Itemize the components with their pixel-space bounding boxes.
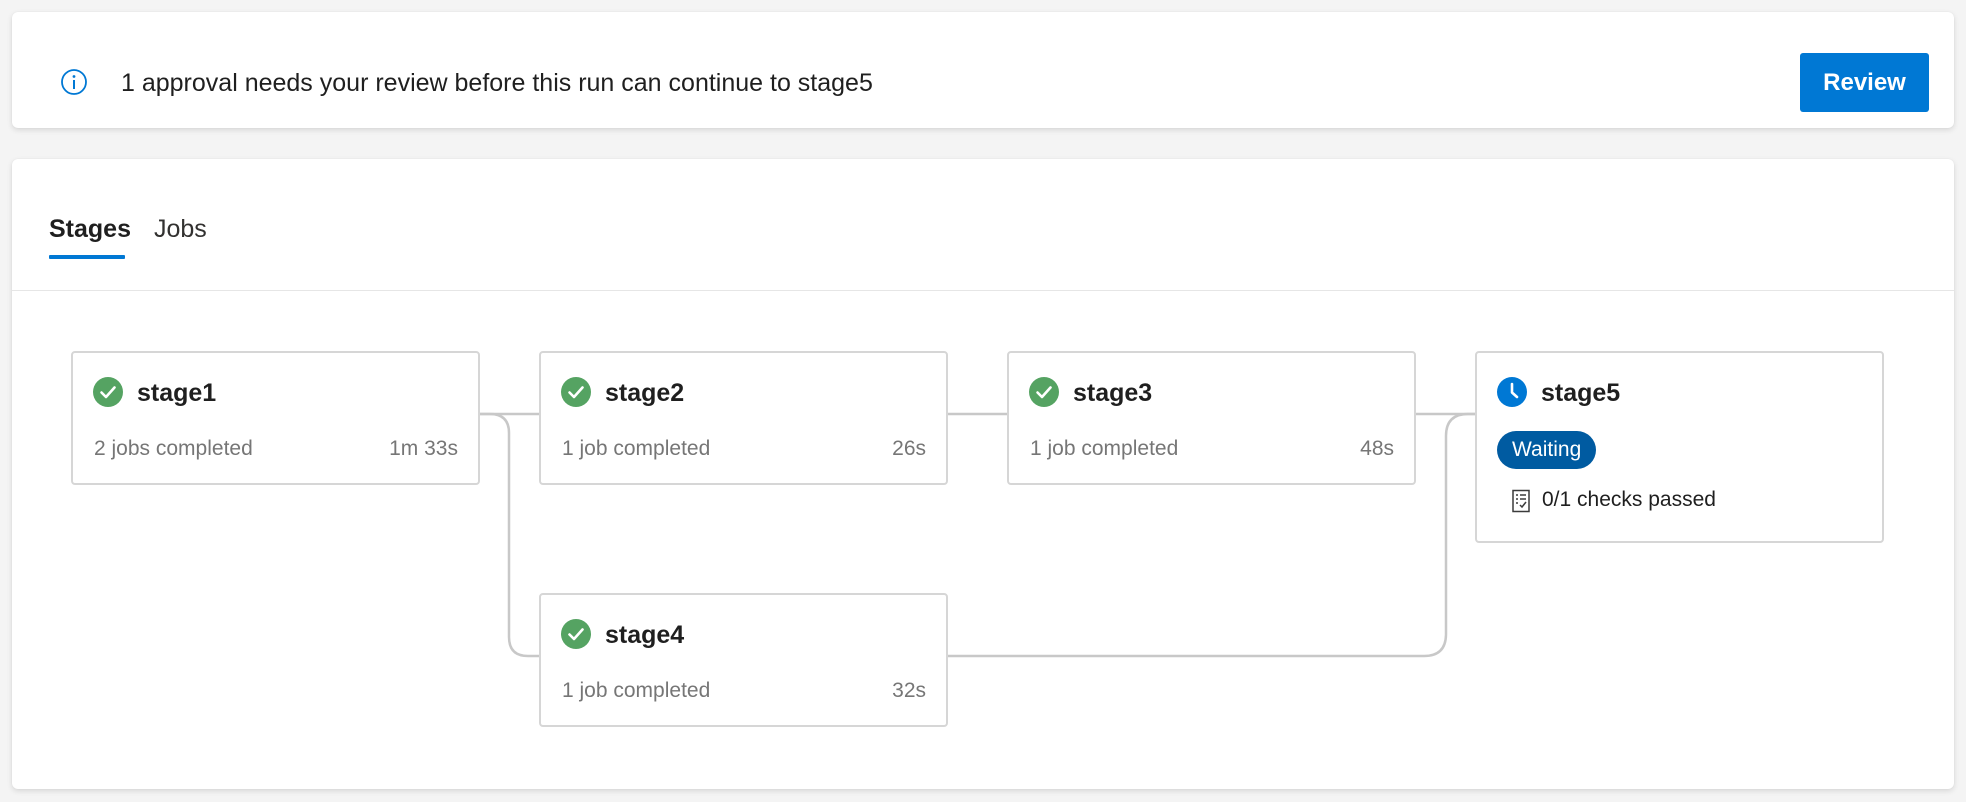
stage-duration: 48s	[1360, 437, 1394, 460]
checklist-icon	[1512, 489, 1530, 513]
stage-name: stage5	[1541, 379, 1621, 407]
stage-duration: 32s	[892, 679, 926, 702]
stage-name: stage2	[605, 379, 685, 407]
approval-message: 1 approval needs your review before this…	[121, 69, 873, 97]
stage-jobs-summary: 1 job completed	[562, 437, 711, 460]
connector-stage1-stage4	[480, 412, 539, 658]
stage-name: stage3	[1073, 379, 1153, 407]
checks-status[interactable]: 0/1 checks passed	[1542, 488, 1716, 512]
success-check-icon	[561, 377, 591, 407]
stage-card-stage3[interactable]: stage3 1 job completed 48s	[1007, 351, 1416, 485]
success-check-icon	[561, 619, 591, 649]
stage-card-stage5[interactable]: stage5 Waiting 0/1 checks passed	[1475, 351, 1884, 543]
success-check-icon	[1029, 377, 1059, 407]
info-icon	[61, 69, 87, 95]
stage-card-stage2[interactable]: stage2 1 job completed 26s	[539, 351, 948, 485]
stage-name: stage1	[137, 379, 217, 407]
stage-name: stage4	[605, 621, 685, 649]
success-check-icon	[93, 377, 123, 407]
stage-card-stage1[interactable]: stage1 2 jobs completed 1m 33s	[71, 351, 480, 485]
stage-jobs-summary: 2 jobs completed	[94, 437, 253, 460]
waiting-status-badge: Waiting	[1497, 431, 1597, 469]
stage-jobs-summary: 1 job completed	[562, 679, 711, 702]
stage-card-stage4[interactable]: stage4 1 job completed 32s	[539, 593, 948, 727]
approval-banner: 1 approval needs your review before this…	[12, 12, 1954, 128]
run-panel: Stages Jobs stage1 2 jobs completed 1m 3…	[12, 159, 1954, 789]
clock-icon	[1497, 377, 1527, 407]
stage-jobs-summary: 1 job completed	[1030, 437, 1179, 460]
review-button[interactable]: Review	[1800, 53, 1929, 112]
stage-duration: 26s	[892, 437, 926, 460]
stage-duration: 1m 33s	[389, 437, 458, 460]
